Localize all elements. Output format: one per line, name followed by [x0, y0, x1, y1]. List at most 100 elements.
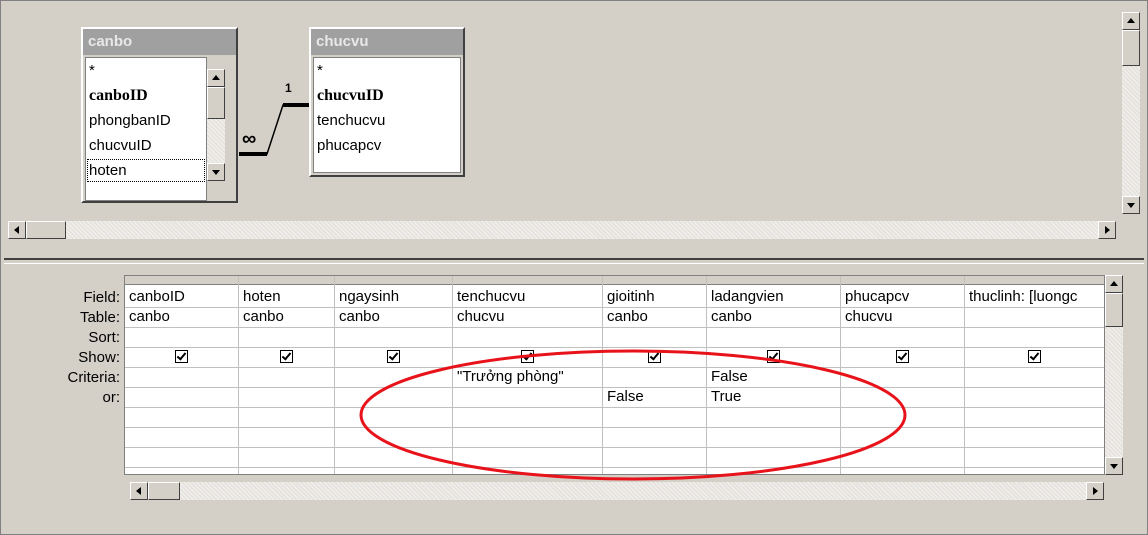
column-selector[interactable]: [335, 276, 452, 285]
grid-cell-empty[interactable]: [239, 408, 334, 428]
show-checkbox[interactable]: [175, 350, 188, 363]
grid-cell-show[interactable]: [965, 346, 1104, 368]
column-selector[interactable]: [841, 276, 964, 285]
grid-cell-sort[interactable]: [603, 326, 707, 348]
grid-cell-criteria[interactable]: [239, 366, 335, 388]
row-label-or: or:: [102, 389, 120, 406]
query-design-window: canbo * canboID phongbanID chucvuID hote…: [0, 0, 1148, 535]
field-item[interactable]: phucapcv: [314, 133, 460, 158]
diagram-horizontal-scrollbar-track[interactable]: [66, 221, 1098, 239]
grid-cell-empty[interactable]: [239, 448, 334, 468]
grid-cell-empty[interactable]: [965, 448, 1104, 468]
grid-cell-empty[interactable]: [125, 428, 238, 448]
column-selector[interactable]: [453, 276, 602, 285]
grid-cell-field[interactable]: ngaysinh: [335, 286, 453, 308]
grid-horizontal-scroll-thumb[interactable]: [148, 482, 180, 500]
grid-vertical-scrollbar-track[interactable]: [1105, 327, 1123, 457]
row-labels: Field: Table: Sort: Show: Criteria: or:: [4, 287, 124, 441]
grid-cell-criteria[interactable]: [125, 366, 239, 388]
annotation-highlight-ellipse: [359, 349, 907, 481]
table-title-canbo[interactable]: canbo: [83, 29, 236, 55]
grid-scroll-left-button[interactable]: [130, 482, 148, 500]
grid-scroll-down-button[interactable]: [1105, 457, 1123, 475]
grid-cell-field[interactable]: phucapcv: [841, 286, 965, 308]
grid-column: thuclinh: [luongc: [965, 276, 1104, 474]
diagram-scroll-up-button[interactable]: [1122, 12, 1140, 30]
grid-cell-table[interactable]: chucvu: [841, 306, 965, 328]
grid-cell-sort[interactable]: [965, 326, 1104, 348]
grid-cell-or[interactable]: [965, 386, 1104, 408]
show-checkbox[interactable]: [1028, 350, 1041, 363]
canbo-scroll-up-button[interactable]: [207, 69, 225, 87]
field-item[interactable]: *: [314, 58, 460, 83]
row-label-field: Field:: [83, 289, 120, 306]
grid-cell-empty[interactable]: [125, 448, 238, 468]
column-selector[interactable]: [603, 276, 706, 285]
grid-cell-sort[interactable]: [453, 326, 603, 348]
grid-cell-empty[interactable]: [965, 428, 1104, 448]
grid-cell-show[interactable]: [125, 346, 239, 368]
column-selector[interactable]: [965, 276, 1104, 285]
diagram-scroll-right-button[interactable]: [1098, 221, 1116, 239]
pane-splitter[interactable]: [4, 258, 1144, 264]
grid-column: hoten canbo: [239, 276, 335, 474]
diagram-vertical-scrollbar-track[interactable]: [1122, 66, 1140, 196]
grid-cell-field[interactable]: ladangvien: [707, 286, 841, 308]
grid-cell-or[interactable]: [239, 386, 335, 408]
grid-cell-table[interactable]: canbo: [125, 306, 239, 328]
table-window-canbo[interactable]: canbo * canboID phongbanID chucvuID hote…: [81, 27, 238, 203]
diagram-scroll-down-button[interactable]: [1122, 196, 1140, 214]
field-list-canbo: * canboID phongbanID chucvuID hoten: [85, 57, 207, 201]
column-selector[interactable]: [239, 276, 334, 285]
grid-cell-field[interactable]: thuclinh: [luongc: [965, 286, 1104, 308]
grid-cell-or[interactable]: [125, 386, 239, 408]
grid-cell-table[interactable]: canbo: [603, 306, 707, 328]
grid-cell-sort[interactable]: [239, 326, 335, 348]
field-item[interactable]: *: [86, 58, 206, 83]
grid-cell-field[interactable]: gioitinh: [603, 286, 707, 308]
table-window-chucvu[interactable]: chucvu * chucvuID tenchucvu phucapcv: [309, 27, 465, 177]
diagram-vertical-scroll-thumb[interactable]: [1122, 30, 1140, 66]
grid-cell-show[interactable]: [239, 346, 335, 368]
grid-cell-table[interactable]: canbo: [335, 306, 453, 328]
grid-cell-table[interactable]: [965, 306, 1104, 328]
grid-cell-field[interactable]: hoten: [239, 286, 335, 308]
grid-cell-table[interactable]: canbo: [239, 306, 335, 328]
field-item[interactable]: phongbanID: [86, 108, 206, 133]
grid-cell-criteria[interactable]: [965, 366, 1104, 388]
diagram-scroll-left-button[interactable]: [8, 221, 26, 239]
grid-cell-sort[interactable]: [125, 326, 239, 348]
show-checkbox[interactable]: [280, 350, 293, 363]
grid-cell-field[interactable]: canboID: [125, 286, 239, 308]
diagram-horizontal-scroll-thumb[interactable]: [26, 221, 66, 239]
grid-cell-field[interactable]: tenchucvu: [453, 286, 603, 308]
canbo-scroll-thumb[interactable]: [207, 87, 225, 119]
column-selector[interactable]: [707, 276, 840, 285]
grid-cell-sort[interactable]: [841, 326, 965, 348]
field-item[interactable]: tenchucvu: [314, 108, 460, 133]
row-label-show: Show:: [78, 349, 120, 366]
canbo-scroll-down-button[interactable]: [207, 163, 225, 181]
row-label-table: Table:: [79, 309, 120, 326]
field-item[interactable]: chucvuID: [314, 83, 460, 108]
grid-cell-table[interactable]: canbo: [707, 306, 841, 328]
column-selector[interactable]: [125, 276, 238, 285]
row-label-sort: Sort:: [88, 329, 120, 346]
many-side-label: ∞: [242, 128, 257, 150]
relationship-join-line[interactable]: [237, 91, 311, 161]
field-item[interactable]: hoten: [86, 158, 206, 183]
grid-scroll-right-button[interactable]: [1086, 482, 1104, 500]
field-item[interactable]: chucvuID: [86, 133, 206, 158]
grid-vertical-scroll-thumb[interactable]: [1105, 293, 1123, 327]
grid-cell-empty[interactable]: [239, 428, 334, 448]
grid-cell-table[interactable]: chucvu: [453, 306, 603, 328]
field-item[interactable]: canboID: [86, 83, 206, 108]
grid-cell-sort[interactable]: [707, 326, 841, 348]
grid-cell-sort[interactable]: [335, 326, 453, 348]
table-title-chucvu[interactable]: chucvu: [311, 29, 463, 55]
grid-scroll-up-button[interactable]: [1105, 275, 1123, 293]
grid-horizontal-scrollbar-track[interactable]: [180, 482, 1086, 500]
grid-cell-empty[interactable]: [965, 408, 1104, 428]
canbo-scroll-track[interactable]: [207, 119, 225, 163]
grid-cell-empty[interactable]: [125, 408, 238, 428]
